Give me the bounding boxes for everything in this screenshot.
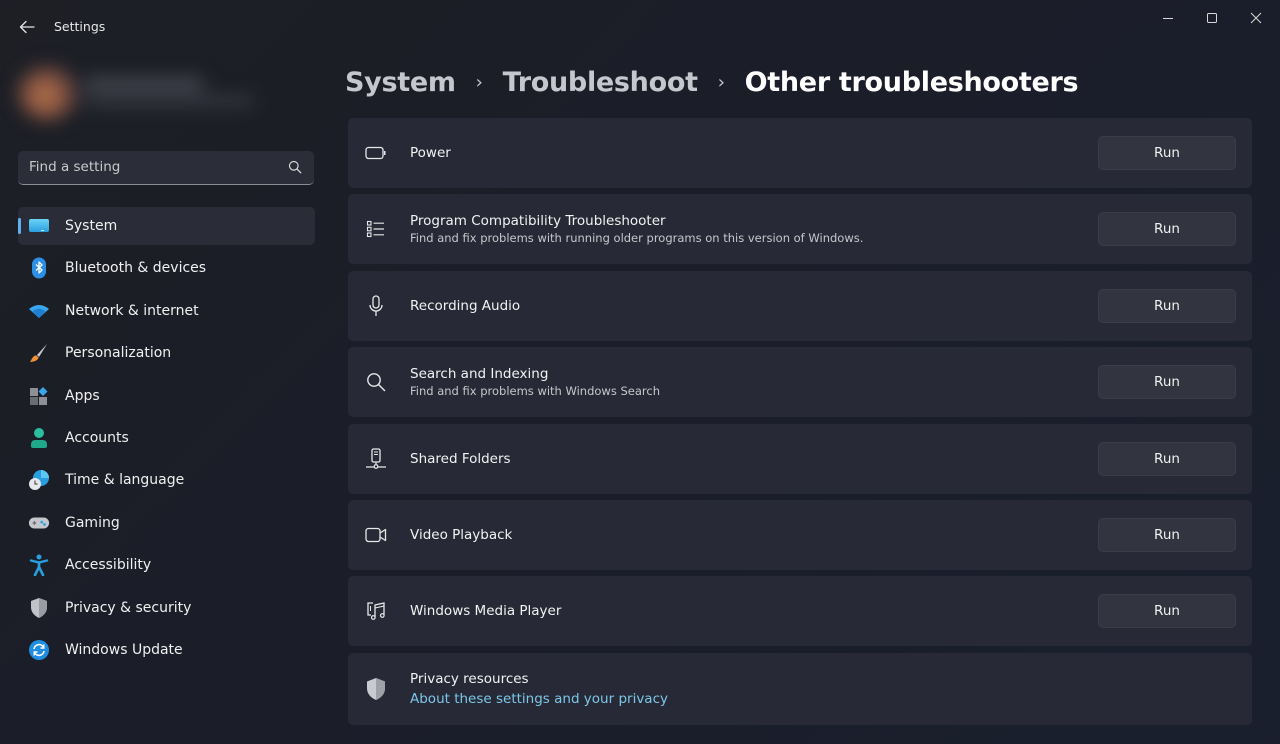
run-button[interactable]: Run [1098,441,1236,476]
sidebar-item-label: Accessibility [65,557,152,574]
battery-icon [365,142,387,164]
troubleshooter-title: Program Compatibility Troubleshooter [410,213,666,230]
breadcrumb-troubleshoot[interactable]: Troubleshoot [503,67,698,98]
paintbrush-icon [28,343,50,363]
selected-indicator [18,218,21,234]
privacy-link[interactable]: About these settings and your privacy [410,691,668,707]
sidebar-item-label: System [65,218,118,234]
sidebar-item-accounts[interactable]: Accounts [18,419,315,457]
sidebar-item-label: Accounts [65,429,129,446]
search-box [18,151,314,185]
troubleshooter-description: Find and fix problems with Windows Searc… [410,384,660,399]
chevron-right-icon: › [717,71,725,93]
wifi-icon [28,301,50,321]
troubleshooter-windows-media-player: Windows Media Player Run [348,576,1252,647]
media-library-icon [365,600,387,622]
troubleshooter-title: Shared Folders [410,450,511,467]
search-input[interactable] [18,151,278,183]
sidebar-nav: System Bluetooth & devices Network & int… [18,207,315,673]
search-icon [365,371,387,393]
sidebar-item-apps[interactable]: Apps [18,377,315,415]
troubleshooter-program-compatibility: Program Compatibility Troubleshooter Fin… [348,194,1252,265]
maximize-button[interactable] [1190,4,1234,32]
accessibility-icon [28,554,50,577]
sidebar-item-gaming[interactable]: Gaming [18,504,315,542]
page-title: Other troubleshooters [744,66,1079,98]
sidebar-item-label: Windows Update [65,641,183,658]
sidebar-item-label: Privacy & security [65,599,192,616]
bluetooth-icon [28,257,50,279]
account-email-redacted [84,96,254,106]
shield-icon [365,677,387,700]
network-drive-icon [365,447,387,470]
globe-clock-icon [28,470,50,491]
sidebar-item-label: Gaming [65,514,120,531]
avatar [18,66,78,120]
arrow-left-icon [19,20,35,34]
breadcrumb-system[interactable]: System [345,67,456,98]
troubleshooter-recording-audio: Recording Audio Run [348,270,1252,341]
run-button[interactable]: Run [1098,136,1236,170]
sidebar-item-label: Apps [65,387,100,404]
minimize-icon [1163,18,1173,19]
troubleshooter-search-indexing: Search and Indexing Find and fix problem… [348,347,1252,418]
back-button[interactable] [14,14,40,40]
sidebar-item-personalization[interactable]: Personalization [18,334,315,372]
troubleshooter-title: Video Playback [410,526,513,543]
chevron-right-icon: › [475,71,483,93]
person-icon [28,427,50,448]
sidebar-item-system[interactable]: System [18,207,315,245]
troubleshooter-list: Power Run Program Compatibility Troubles… [348,118,1252,731]
troubleshooter-title: Recording Audio [410,297,521,314]
update-icon [28,639,50,660]
sidebar-item-bluetooth[interactable]: Bluetooth & devices [18,249,315,287]
settings-window: Settings System [0,0,1280,744]
apps-icon [28,386,50,406]
run-button[interactable]: Run [1098,288,1236,323]
account-name-redacted [84,78,204,90]
sidebar-item-label: Time & language [65,472,185,489]
video-camera-icon [365,524,387,546]
search-icon[interactable] [288,160,302,174]
troubleshooter-power: Power Run [348,118,1252,188]
maximize-icon [1207,13,1217,23]
sidebar-item-privacy-security[interactable]: Privacy & security [18,589,315,627]
sidebar-item-label: Personalization [65,345,172,362]
shield-icon [28,597,50,618]
troubleshooter-description: Find and fix problems with running older… [410,231,864,246]
sidebar-item-accessibility[interactable]: Accessibility [18,546,315,584]
sidebar-item-label: Network & internet [65,302,199,319]
privacy-resources: Privacy resources About these settings a… [348,652,1252,725]
list-icon [365,218,387,240]
run-button[interactable]: Run [1098,212,1236,247]
privacy-title: Privacy resources [410,670,529,687]
troubleshooter-video-playback: Video Playback Run [348,499,1252,570]
sidebar-item-time-language[interactable]: Time & language [18,461,315,499]
title-bar: Settings [0,0,1280,48]
close-button[interactable] [1234,4,1278,32]
sidebar-item-network[interactable]: Network & internet [18,292,315,330]
gamepad-icon [28,513,50,533]
close-icon [1250,12,1262,24]
run-button[interactable]: Run [1098,365,1236,400]
sidebar-item-windows-update[interactable]: Windows Update [18,631,315,669]
minimize-button[interactable] [1146,4,1190,32]
troubleshooter-title: Power [410,145,451,161]
troubleshooter-title: Search and Indexing [410,366,549,383]
microphone-icon [365,295,387,317]
sidebar-item-label: Bluetooth & devices [65,260,207,277]
app-title: Settings [54,19,106,34]
breadcrumb: System › Troubleshoot › Other troublesho… [345,62,1079,102]
system-display-icon [28,216,50,236]
run-button[interactable]: Run [1098,517,1236,552]
troubleshooter-title: Windows Media Player [410,603,562,620]
run-button[interactable]: Run [1098,594,1236,629]
account-profile[interactable] [12,60,272,124]
troubleshooter-shared-folders: Shared Folders Run [348,423,1252,494]
